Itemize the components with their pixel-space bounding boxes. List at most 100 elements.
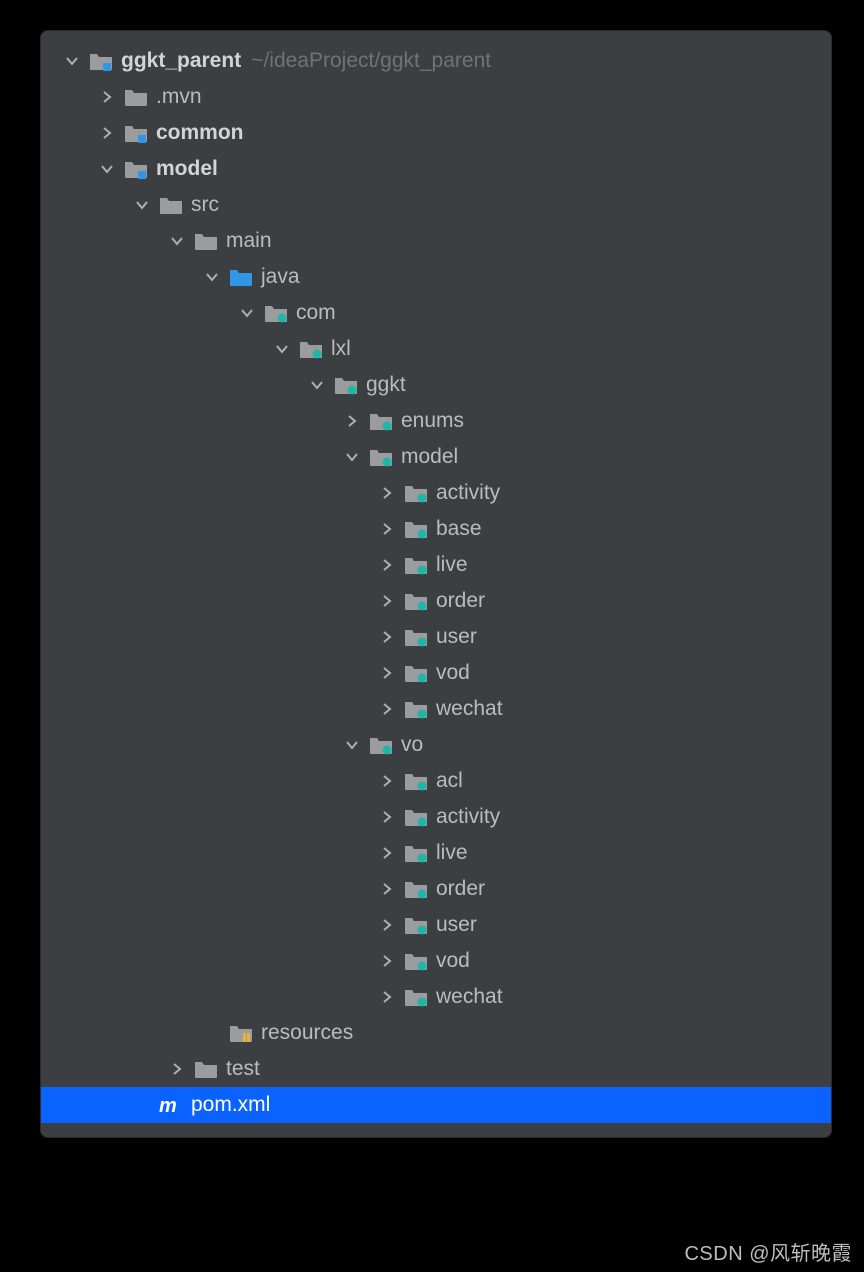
expand-arrow[interactable]: [131, 194, 153, 216]
tree-row-lxl[interactable]: lxl: [41, 331, 831, 367]
tree-item-label: enums: [401, 409, 464, 433]
tree-row-wechat[interactable]: wechat: [41, 691, 831, 727]
expand-arrow[interactable]: [376, 914, 398, 936]
tree-row-test[interactable]: test: [41, 1051, 831, 1087]
expand-arrow[interactable]: [341, 446, 363, 468]
tree-row-pom-xml[interactable]: m pom.xml: [41, 1087, 831, 1123]
expand-arrow[interactable]: [61, 50, 83, 72]
expand-arrow[interactable]: [96, 158, 118, 180]
expand-arrow[interactable]: [376, 878, 398, 900]
tree-row-live[interactable]: live: [41, 547, 831, 583]
tree-row-vod[interactable]: vod: [41, 655, 831, 691]
tree-row-java[interactable]: java: [41, 259, 831, 295]
tree-item-label: vo: [401, 733, 423, 757]
expand-arrow[interactable]: [201, 266, 223, 288]
folder-icon: [194, 230, 218, 252]
expand-arrow[interactable]: [166, 1058, 188, 1080]
module-icon: [89, 50, 113, 72]
tree-row-order[interactable]: order: [41, 583, 831, 619]
tree-row-ggkt[interactable]: ggkt: [41, 367, 831, 403]
chevron-right-icon: [379, 557, 395, 573]
tree-item-label: lxl: [331, 337, 351, 361]
tree-row-wechat[interactable]: wechat: [41, 979, 831, 1015]
expand-arrow[interactable]: [376, 626, 398, 648]
tree-row-main[interactable]: main: [41, 223, 831, 259]
expand-arrow[interactable]: [236, 302, 258, 324]
tree-row-user[interactable]: user: [41, 619, 831, 655]
package-icon: [404, 662, 428, 684]
chevron-right-icon: [344, 413, 360, 429]
expand-arrow[interactable]: [376, 482, 398, 504]
package-icon: [404, 698, 428, 720]
chevron-down-icon: [169, 233, 185, 249]
package-icon: [404, 878, 428, 900]
tree-item-label: java: [261, 265, 300, 289]
package-icon: [369, 446, 393, 468]
tree-row-src[interactable]: src: [41, 187, 831, 223]
tree-row-model[interactable]: model: [41, 151, 831, 187]
tree-row-acl[interactable]: acl: [41, 763, 831, 799]
tree-item-label: live: [436, 553, 468, 577]
expand-arrow[interactable]: [341, 734, 363, 756]
expand-arrow[interactable]: [376, 590, 398, 612]
tree-item-label: test: [226, 1057, 260, 1081]
expand-arrow[interactable]: [376, 662, 398, 684]
tree-row-ggkt-parent[interactable]: ggkt_parent~/ideaProject/ggkt_parent: [41, 43, 831, 79]
tree-row-model[interactable]: model: [41, 439, 831, 475]
tree-row-activity[interactable]: activity: [41, 799, 831, 835]
package-icon: [369, 734, 393, 756]
project-tree[interactable]: ggkt_parent~/ideaProject/ggkt_parent .mvn…: [41, 43, 831, 1123]
expand-arrow[interactable]: [271, 338, 293, 360]
tree-item-label: ggkt: [366, 373, 406, 397]
package-icon: [404, 590, 428, 612]
tree-row-vo[interactable]: vo: [41, 727, 831, 763]
folder-icon: [194, 1058, 218, 1080]
tree-row-live[interactable]: live: [41, 835, 831, 871]
chevron-right-icon: [379, 845, 395, 861]
tree-item-label: resources: [261, 1021, 353, 1045]
expand-arrow[interactable]: [376, 842, 398, 864]
expand-arrow[interactable]: [96, 122, 118, 144]
tree-item-label: pom.xml: [191, 1093, 270, 1117]
tree-row--mvn[interactable]: .mvn: [41, 79, 831, 115]
package-icon: [334, 374, 358, 396]
tree-item-label: acl: [436, 769, 463, 793]
tree-row-com[interactable]: com: [41, 295, 831, 331]
expand-arrow[interactable]: [341, 410, 363, 432]
svg-text:m: m: [159, 1095, 177, 1115]
chevron-down-icon: [239, 305, 255, 321]
expand-arrow[interactable]: [376, 986, 398, 1008]
tree-item-label: base: [436, 517, 482, 541]
chevron-down-icon: [64, 53, 80, 69]
tree-item-label: com: [296, 301, 336, 325]
tree-row-order[interactable]: order: [41, 871, 831, 907]
expand-arrow[interactable]: [376, 518, 398, 540]
tree-item-label: order: [436, 877, 485, 901]
expand-arrow[interactable]: [166, 230, 188, 252]
package-icon: [264, 302, 288, 324]
chevron-right-icon: [379, 881, 395, 897]
tree-row-resources[interactable]: resources: [41, 1015, 831, 1051]
expand-arrow[interactable]: [376, 698, 398, 720]
project-tree-panel[interactable]: ggkt_parent~/ideaProject/ggkt_parent .mvn…: [40, 30, 832, 1138]
tree-item-label: .mvn: [156, 85, 202, 109]
expand-arrow[interactable]: [306, 374, 328, 396]
expand-arrow[interactable]: [376, 770, 398, 792]
tree-row-base[interactable]: base: [41, 511, 831, 547]
tree-row-enums[interactable]: enums: [41, 403, 831, 439]
expand-arrow[interactable]: [376, 950, 398, 972]
expand-arrow[interactable]: [376, 806, 398, 828]
module-icon: [124, 158, 148, 180]
expand-arrow[interactable]: [96, 86, 118, 108]
tree-item-label: model: [401, 445, 458, 469]
expand-arrow[interactable]: [376, 554, 398, 576]
module-icon: [124, 122, 148, 144]
chevron-right-icon: [379, 485, 395, 501]
tree-row-common[interactable]: common: [41, 115, 831, 151]
tree-row-activity[interactable]: activity: [41, 475, 831, 511]
resources-folder-icon: [229, 1022, 253, 1044]
folder-icon: [124, 86, 148, 108]
tree-row-vod[interactable]: vod: [41, 943, 831, 979]
tree-item-label: activity: [436, 481, 500, 505]
tree-row-user[interactable]: user: [41, 907, 831, 943]
